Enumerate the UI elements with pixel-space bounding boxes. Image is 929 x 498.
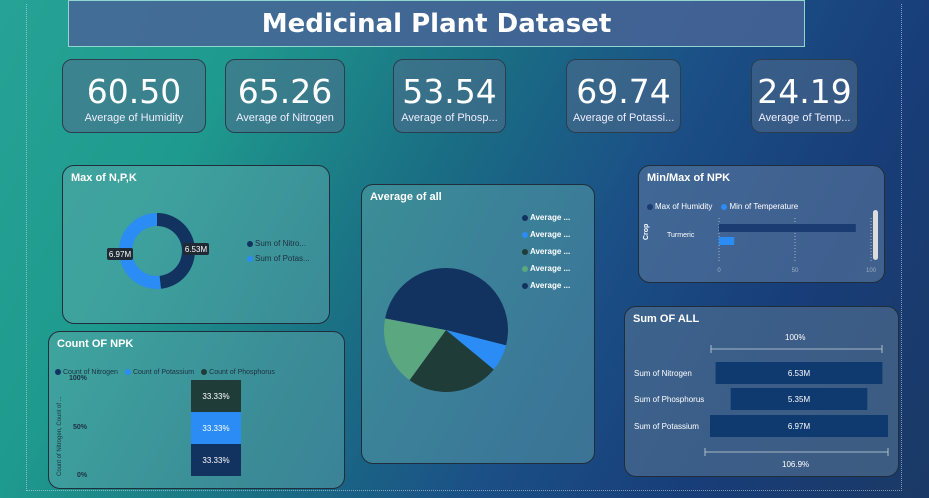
max-npk-legend: Sum of Nitro... Sum of Potas... bbox=[247, 239, 310, 263]
legend-dot-icon bbox=[247, 255, 253, 262]
kpi-value: 60.50 bbox=[86, 72, 182, 111]
bar-max-humidity bbox=[719, 224, 856, 232]
average-all-card[interactable]: Average of all Average ... Average ... A… bbox=[361, 184, 595, 464]
kpi-card-temperature[interactable]: 24.19 Average of Temp... bbox=[751, 59, 858, 133]
dashboard-title-box: Medicinal Plant Dataset bbox=[68, 0, 805, 47]
kpi-label: Average of Nitrogen bbox=[236, 112, 334, 124]
kpi-card-potassium[interactable]: 69.74 Average of Potassi... bbox=[566, 59, 681, 133]
legend-item[interactable]: Average ... bbox=[522, 213, 570, 230]
kpi-value: 53.54 bbox=[402, 72, 497, 111]
kpi-label: Average of Temp... bbox=[758, 112, 851, 124]
bar-min-temperature bbox=[719, 237, 735, 245]
legend-dot-icon bbox=[522, 282, 528, 289]
sum-bar-label: 5.35M bbox=[788, 395, 811, 404]
kpi-label: Average of Phosp... bbox=[401, 112, 498, 124]
legend-item[interactable]: Average ... bbox=[522, 264, 570, 281]
x-tick-label: 100 bbox=[866, 268, 877, 274]
kpi-card-phosphorus[interactable]: 53.54 Average of Phosp... bbox=[393, 59, 506, 133]
legend-item[interactable]: Average ... bbox=[522, 281, 570, 298]
legend-item[interactable]: Sum of Potas... bbox=[247, 254, 310, 263]
kpi-label: Average of Potassi... bbox=[573, 112, 675, 124]
x-tick-label: 0 bbox=[717, 268, 721, 274]
kpi-value: 69.74 bbox=[576, 72, 671, 111]
dashboard-title: Medicinal Plant Dataset bbox=[261, 8, 612, 39]
legend-dot-icon bbox=[247, 240, 253, 247]
data-label-nitrogen: 6.53M bbox=[185, 245, 208, 254]
kpi-label: Average of Humidity bbox=[84, 112, 184, 124]
sum-bar-label: 6.53M bbox=[788, 369, 811, 378]
stack-data-label: 33.33% bbox=[202, 456, 229, 465]
stack-data-label: 33.33% bbox=[202, 392, 229, 401]
legend-dot-icon bbox=[522, 214, 528, 221]
max-npk-card[interactable]: Max of N,P,K 6.53M 6.97M Sum of Nitro... … bbox=[62, 165, 330, 324]
data-label-potassium: 6.97M bbox=[109, 250, 132, 259]
legend-dot-icon bbox=[522, 231, 528, 238]
legend-item[interactable]: Average ... bbox=[522, 230, 570, 247]
count-npk-card[interactable]: Count OF NPK Count of Nitrogen Count of … bbox=[48, 331, 345, 489]
scrollbar[interactable] bbox=[873, 210, 878, 260]
minmax-bar-chart[interactable]: 0 50 100 bbox=[639, 166, 885, 283]
legend-dot-icon bbox=[522, 265, 528, 272]
minmax-npk-card[interactable]: Min/Max of NPK Max of Humidity Min of Te… bbox=[638, 165, 885, 283]
average-all-legend: Average ... Average ... Average ... Aver… bbox=[522, 213, 570, 298]
kpi-value: 65.26 bbox=[237, 72, 333, 111]
sum-all-card[interactable]: Sum OF ALL 100% Sum of Nitrogen Sum of P… bbox=[624, 306, 899, 477]
sum-all-bar-chart[interactable]: 6.53M 5.35M 6.97M bbox=[625, 307, 899, 477]
legend-dot-icon bbox=[522, 248, 528, 255]
x-tick-label: 50 bbox=[792, 268, 799, 274]
kpi-value: 24.19 bbox=[757, 72, 852, 111]
sum-bar-label: 6.97M bbox=[788, 422, 811, 431]
legend-item[interactable]: Sum of Nitro... bbox=[247, 239, 310, 248]
count-npk-stacked-bar[interactable]: 33.33% 33.33% 33.33% bbox=[49, 332, 345, 489]
stack-data-label: 33.33% bbox=[202, 424, 229, 433]
legend-item[interactable]: Average ... bbox=[522, 247, 570, 264]
kpi-card-nitrogen[interactable]: 65.26 Average of Nitrogen bbox=[225, 59, 345, 133]
kpi-card-humidity[interactable]: 60.50 Average of Humidity bbox=[62, 59, 206, 133]
